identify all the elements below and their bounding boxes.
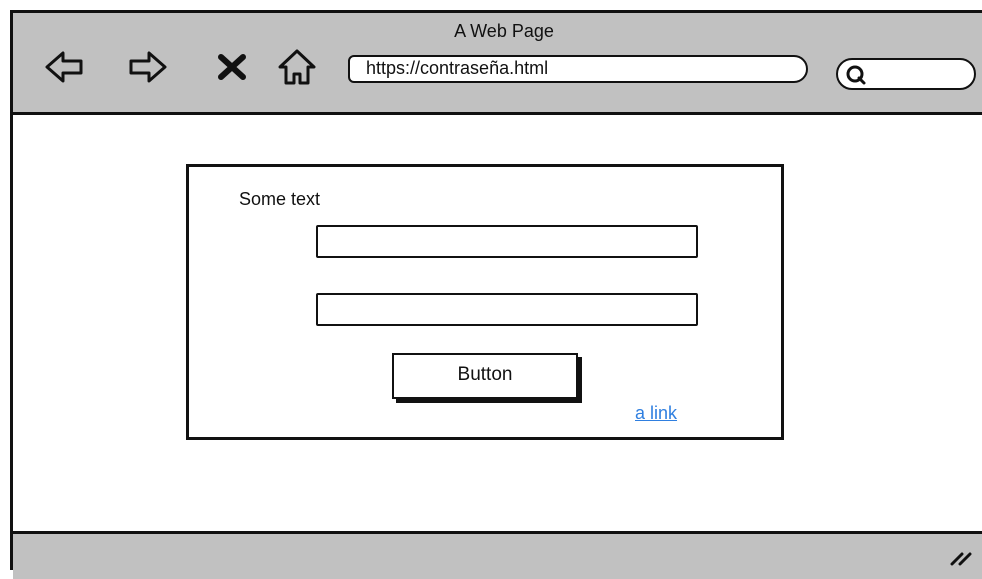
- form-label: Some text: [239, 189, 321, 209]
- back-arrow-icon[interactable]: [43, 45, 87, 89]
- text-field-1[interactable]: [316, 225, 698, 258]
- resize-grip-icon[interactable]: [948, 546, 976, 566]
- text-field-2[interactable]: [316, 293, 698, 326]
- home-icon[interactable]: [275, 45, 319, 89]
- url-input[interactable]: https://contraseña.html: [348, 55, 808, 83]
- browser-window: A Web Page https://contraseña.html Some …: [10, 10, 982, 579]
- form-link[interactable]: a link: [635, 403, 677, 424]
- window-title: A Web Page: [454, 21, 554, 41]
- forward-arrow-icon[interactable]: [125, 45, 169, 89]
- browser-toolbar: A Web Page https://contraseña.html: [13, 13, 982, 115]
- login-panel: Some text Button a link: [186, 164, 784, 440]
- search-input[interactable]: [836, 58, 976, 90]
- search-icon: [846, 65, 866, 85]
- close-icon[interactable]: [211, 45, 255, 89]
- submit-button[interactable]: Button: [392, 353, 578, 399]
- status-bar: [13, 531, 982, 579]
- page-content: Some text Button a link: [13, 115, 982, 531]
